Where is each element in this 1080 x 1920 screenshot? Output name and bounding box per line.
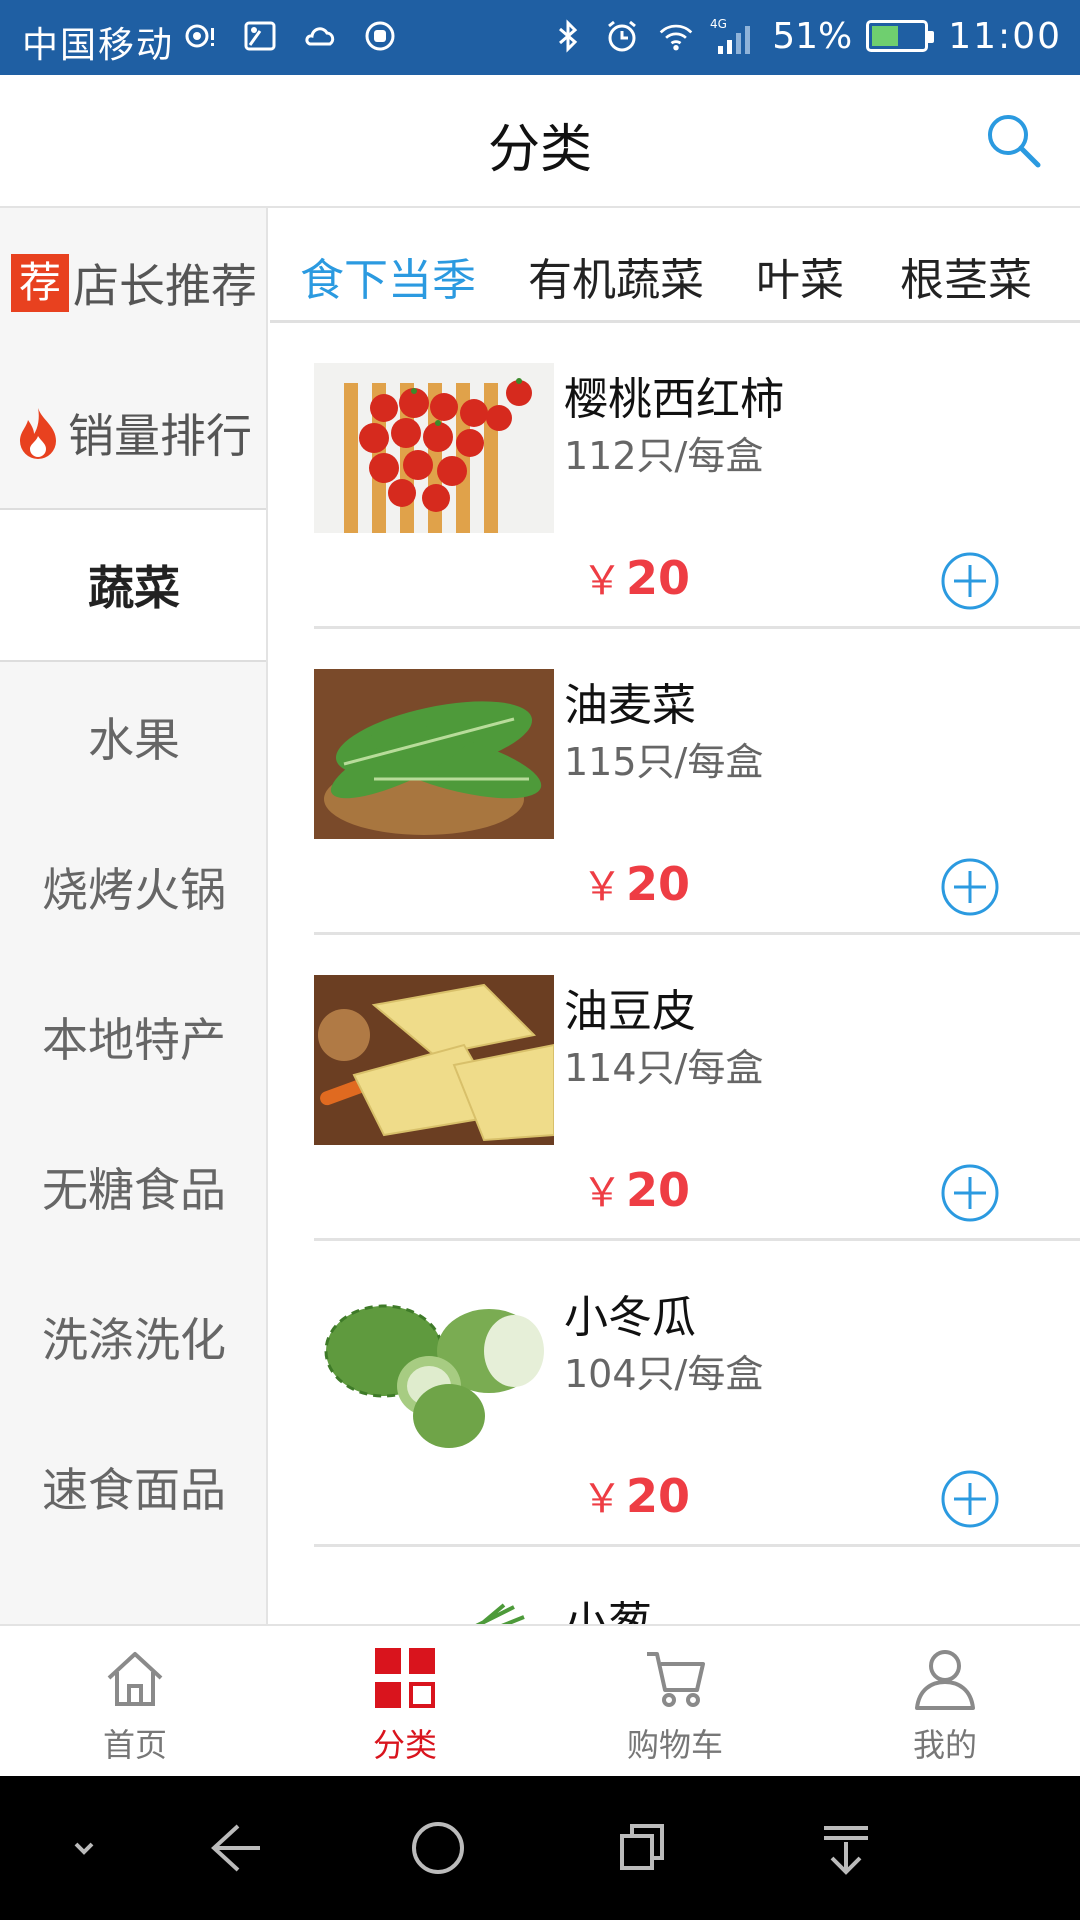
product-spec: 115只/每盒 <box>564 740 764 784</box>
wifi-icon <box>656 14 696 58</box>
product-item[interactable]: 小葱 <box>314 1547 1080 1624</box>
sidebar-item-sales-ranking[interactable]: 销量排行 <box>0 358 266 508</box>
sidebar-item-label: 蔬菜 <box>88 561 180 615</box>
nav-label: 我的 <box>912 1726 977 1764</box>
user-icon <box>913 1646 977 1710</box>
tab-seasonal[interactable]: 食下当季 <box>300 244 476 308</box>
collapse-icon[interactable] <box>52 1816 116 1880</box>
sidebar-item-local-specialty[interactable]: 本地特产 <box>0 962 266 1112</box>
bluetooth-icon <box>548 14 588 58</box>
sidebar-item-store-recommend[interactable]: 荐 店长推荐 <box>0 208 266 358</box>
product-name: 小葱 <box>564 1598 652 1624</box>
product-name: 油豆皮 <box>564 986 696 1037</box>
product-price: ￥20 <box>582 854 690 912</box>
price-value: 20 <box>626 551 691 605</box>
nav-label: 购物车 <box>626 1726 723 1764</box>
product-image-winter-melon <box>314 1281 554 1451</box>
price-value: 20 <box>626 1469 691 1523</box>
product-name: 小冬瓜 <box>564 1292 696 1343</box>
currency-symbol: ￥ <box>582 1476 622 1522</box>
sidebar-item-label: 洗涤洗化 <box>42 1313 226 1367</box>
page-title: 分类 <box>487 120 592 180</box>
sidebar-item-label: 本地特产 <box>42 1013 226 1067</box>
product-name: 油麦菜 <box>564 680 696 731</box>
nav-home[interactable]: 首页 <box>0 1626 270 1778</box>
product-price: ￥20 <box>582 548 690 606</box>
signal-icon: 4G <box>710 14 758 58</box>
sidebar-item-label: 水果 <box>88 713 180 767</box>
fire-icon <box>16 406 60 460</box>
price-value: 20 <box>626 857 691 911</box>
system-navigation-bar <box>0 1776 1080 1920</box>
currency-symbol: ￥ <box>582 1170 622 1216</box>
product-item[interactable]: 小冬瓜 104只/每盒 ￥20 <box>314 1241 1080 1547</box>
product-price: ￥20 <box>582 1466 690 1524</box>
sidebar-item-label: 速食面品 <box>42 1463 226 1517</box>
product-image-cherry-tomato <box>314 363 554 533</box>
back-icon[interactable] <box>202 1816 266 1880</box>
clock: 11:00 <box>948 15 1062 57</box>
home-icon <box>103 1646 167 1710</box>
add-to-cart-button[interactable] <box>940 1163 1000 1223</box>
app-header: 分类 <box>0 75 1080 208</box>
sidebar-item-label: 烧烤火锅 <box>42 863 226 917</box>
product-list: 樱桃西红柿 112只/每盒 ￥20 油麦菜 115只/每盒 ￥20 油豆皮 11… <box>270 323 1080 1624</box>
currency-symbol: ￥ <box>582 864 622 910</box>
sidebar-item-fruit[interactable]: 水果 <box>0 662 266 812</box>
product-spec: 112只/每盒 <box>564 434 764 478</box>
cart-icon <box>643 1646 707 1710</box>
sidebar-item-label: 销量排行 <box>68 409 252 463</box>
svg-text:4G: 4G <box>710 17 727 31</box>
product-image-scallion <box>314 1587 554 1624</box>
add-to-cart-button[interactable] <box>940 1469 1000 1529</box>
product-item[interactable]: 油麦菜 115只/每盒 ￥20 <box>314 629 1080 935</box>
sidebar-item-label: 店长推荐 <box>73 259 257 313</box>
sidebar-item-sugar-free[interactable]: 无糖食品 <box>0 1112 266 1262</box>
tab-organic-vegetables[interactable]: 有机蔬菜 <box>528 244 704 308</box>
tab-root-vegetables[interactable]: 根茎菜 <box>900 244 1032 308</box>
subcategory-tabs: 食下当季 有机蔬菜 叶菜 根茎菜 <box>270 208 1080 323</box>
product-image-lettuce <box>314 669 554 839</box>
bottom-navigation: 首页 分类 购物车 我的 <box>0 1624 1080 1776</box>
recent-apps-icon[interactable] <box>610 1816 674 1880</box>
nav-profile[interactable]: 我的 <box>810 1626 1080 1778</box>
nav-label: 分类 <box>372 1726 437 1764</box>
product-spec: 114只/每盒 <box>564 1046 764 1090</box>
currency-symbol: ￥ <box>582 558 622 604</box>
weather-icon <box>300 14 340 58</box>
carrier-name: 中国移动 <box>22 25 175 66</box>
nav-cart[interactable]: 购物车 <box>540 1626 810 1778</box>
price-value: 20 <box>626 1163 691 1217</box>
sidebar-item-label: 无糖食品 <box>42 1163 226 1217</box>
battery-percent: 51% <box>772 15 853 57</box>
hotspot-icon <box>180 14 220 58</box>
status-bar: 中国移动 4G 51% 11:00 <box>0 0 1080 75</box>
search-icon[interactable] <box>982 109 1044 171</box>
tab-leafy-vegetables[interactable]: 叶菜 <box>756 244 844 308</box>
category-icon <box>373 1646 437 1710</box>
product-item[interactable]: 油豆皮 114只/每盒 ￥20 <box>314 935 1080 1241</box>
add-to-cart-button[interactable] <box>940 857 1000 917</box>
category-sidebar: 荐 店长推荐 销量排行 蔬菜 水果 烧烤火锅 本地特产 无糖食品 洗涤洗化 速食… <box>0 208 268 1624</box>
shield-icon <box>360 14 400 58</box>
product-item[interactable]: 樱桃西红柿 112只/每盒 ￥20 <box>314 323 1080 629</box>
product-image-tofu-skin <box>314 975 554 1145</box>
recommend-badge: 荐 <box>11 254 69 312</box>
sidebar-item-vegetables[interactable]: 蔬菜 <box>0 510 266 660</box>
product-price: ￥20 <box>582 1160 690 1218</box>
sidebar-item-detergent[interactable]: 洗涤洗化 <box>0 1262 266 1412</box>
nav-category[interactable]: 分类 <box>270 1626 540 1778</box>
alarm-icon <box>602 14 642 58</box>
battery-icon <box>866 20 935 52</box>
gallery-icon <box>240 14 280 58</box>
sidebar-item-instant-noodles[interactable]: 速食面品 <box>0 1412 266 1562</box>
nav-label: 首页 <box>102 1726 167 1764</box>
sidebar-item-bbq-hotpot[interactable]: 烧烤火锅 <box>0 812 266 962</box>
add-to-cart-button[interactable] <box>940 551 1000 611</box>
home-button-icon[interactable] <box>406 1816 470 1880</box>
product-name: 樱桃西红柿 <box>564 374 784 425</box>
product-spec: 104只/每盒 <box>564 1352 764 1396</box>
notification-pull-icon[interactable] <box>814 1816 878 1880</box>
